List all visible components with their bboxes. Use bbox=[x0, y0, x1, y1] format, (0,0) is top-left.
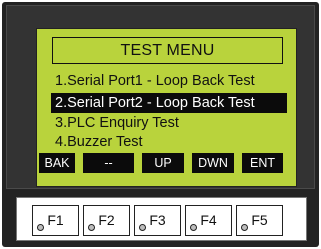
lcd-screen: TEST MENU 1.Serial Port1 - Loop Back Tes… bbox=[36, 28, 297, 187]
menu-item-serial-port2-test[interactable]: 2.Serial Port2 - Loop Back Test bbox=[51, 93, 287, 113]
menu-item-plc-enquiry-test[interactable]: 3.PLC Enquiry Test bbox=[51, 113, 287, 133]
softkey-bar: BAK -- UP DWN ENT bbox=[39, 153, 294, 173]
softkey-up[interactable]: UP bbox=[142, 153, 184, 173]
softkey-enter[interactable]: ENT bbox=[242, 153, 283, 173]
menu-item-buzzer-test[interactable]: 4.Buzzer Test bbox=[51, 132, 287, 152]
softkey-back[interactable]: BAK bbox=[39, 153, 75, 173]
f1-key-label: F1 bbox=[47, 212, 64, 228]
f5-key-label: F5 bbox=[251, 212, 268, 228]
f3-key[interactable]: F3 bbox=[134, 205, 181, 236]
screen-title: TEST MENU bbox=[52, 37, 283, 64]
f3-key-label: F3 bbox=[149, 212, 166, 228]
f2-key[interactable]: F2 bbox=[83, 205, 130, 236]
softkey-none[interactable]: -- bbox=[83, 153, 134, 173]
f4-key[interactable]: F4 bbox=[185, 205, 232, 236]
f4-key-label: F4 bbox=[200, 212, 217, 228]
hmi-device: TEST MENU 1.Serial Port1 - Loop Back Tes… bbox=[2, 2, 319, 247]
f5-key[interactable]: F5 bbox=[236, 205, 283, 236]
menu-item-serial-port1-test[interactable]: 1.Serial Port1 - Loop Back Test bbox=[51, 71, 287, 91]
softkey-down[interactable]: DWN bbox=[192, 153, 234, 173]
function-key-panel: F1 F2 F3 F4 F5 bbox=[16, 197, 307, 241]
f1-key[interactable]: F1 bbox=[32, 205, 79, 236]
f2-key-label: F2 bbox=[98, 212, 115, 228]
